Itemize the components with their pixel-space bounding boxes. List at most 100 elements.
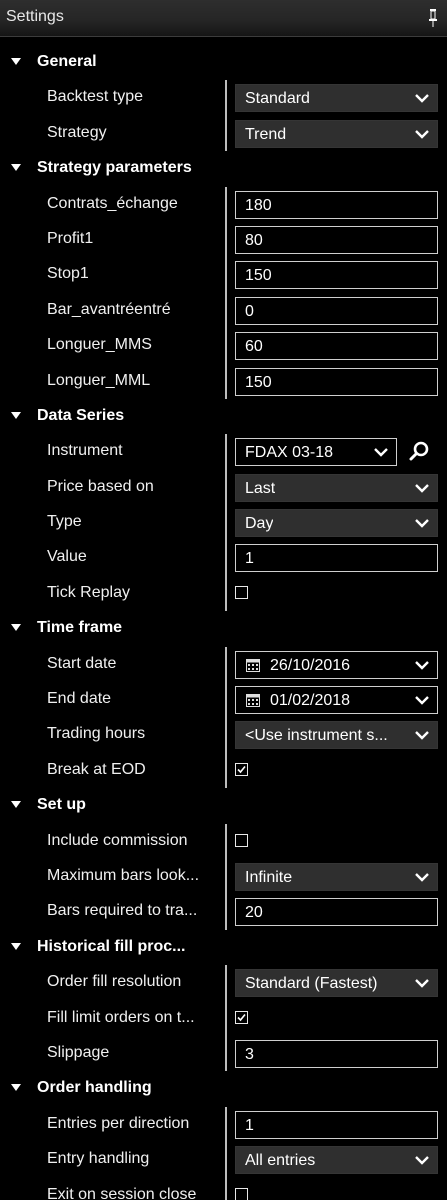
- category-data-series[interactable]: Data Series: [0, 399, 447, 434]
- column-divider[interactable]: [225, 752, 227, 789]
- caret-down-icon[interactable]: [11, 411, 21, 419]
- column-divider[interactable]: [225, 363, 227, 399]
- caret-down-icon[interactable]: [11, 1084, 21, 1092]
- property-label: Value: [47, 548, 87, 566]
- chevron-down-icon: [415, 731, 429, 741]
- column-divider[interactable]: [225, 540, 227, 576]
- column-divider[interactable]: [225, 221, 227, 258]
- property-label: Type: [47, 513, 82, 531]
- column-divider[interactable]: [225, 682, 227, 718]
- field-value: 150: [245, 267, 272, 285]
- column-divider[interactable]: [225, 115, 227, 152]
- property-label: Maximum bars look...: [47, 866, 200, 884]
- column-divider[interactable]: [225, 434, 227, 470]
- input-field[interactable]: 150: [235, 261, 438, 290]
- category-label: Set up: [37, 796, 86, 814]
- category-time-frame[interactable]: Time frame: [0, 611, 447, 646]
- date-picker[interactable]: 26/10/2016: [235, 650, 438, 679]
- property-label: Order fill resolution: [47, 973, 182, 991]
- dropdown[interactable]: Trend: [235, 119, 438, 148]
- dropdown[interactable]: <Use instrument s...: [235, 721, 438, 750]
- column-divider[interactable]: [225, 965, 227, 1001]
- property-row-entry-handling: Entry handling All entries: [0, 1142, 447, 1178]
- dropdown[interactable]: Infinite: [235, 862, 438, 891]
- input-field[interactable]: 60: [235, 332, 438, 361]
- property-label: End date: [47, 690, 112, 708]
- property-row-include-commission: Include commission: [0, 823, 447, 859]
- field-value: 3: [245, 1045, 254, 1063]
- column-divider[interactable]: [225, 186, 227, 222]
- property-label: Entries per direction: [47, 1114, 190, 1132]
- column-divider[interactable]: [225, 823, 227, 859]
- category-historical-fill-proc[interactable]: Historical fill proc...: [0, 930, 447, 965]
- column-divider[interactable]: [225, 1106, 227, 1143]
- property-row-bar-avantreentre: Bar_avantréentré 0: [0, 292, 447, 329]
- column-divider[interactable]: [225, 80, 227, 116]
- input-field[interactable]: 3: [235, 1039, 438, 1068]
- input-field[interactable]: 20: [235, 898, 438, 927]
- field-value: Infinite: [245, 868, 293, 886]
- property-row-longuer-mms: Longuer_MMS 60: [0, 328, 447, 364]
- caret-down-icon[interactable]: [11, 164, 21, 172]
- checkbox[interactable]: [235, 1010, 248, 1024]
- pin-icon[interactable]: [428, 9, 438, 27]
- caret-down-icon[interactable]: [11, 624, 21, 632]
- dropdown[interactable]: Day: [235, 509, 438, 538]
- caret-down-icon[interactable]: [11, 58, 21, 65]
- property-label: Start date: [47, 654, 117, 672]
- column-divider[interactable]: [225, 469, 227, 506]
- column-divider[interactable]: [225, 1177, 227, 1200]
- property-row-instrument: Instrument FDAX 03-18: [0, 434, 447, 470]
- input-field[interactable]: 1: [235, 544, 438, 573]
- settings-panel: Settings General Backtest type Standard Str…: [0, 0, 447, 1200]
- column-divider[interactable]: [225, 1142, 227, 1178]
- column-divider[interactable]: [225, 1035, 227, 1072]
- chevron-down-icon: [415, 519, 429, 528]
- property-row-backtest-type: Backtest type Standard: [0, 80, 447, 116]
- caret-down-icon[interactable]: [11, 801, 21, 809]
- input-field[interactable]: 0: [235, 296, 438, 325]
- checkbox[interactable]: [235, 1187, 248, 1200]
- property-label: Profit1: [47, 229, 94, 247]
- property-row-break-at-eod: Break at EOD: [0, 752, 447, 789]
- search-icon[interactable]: [408, 440, 430, 462]
- category-order-handling[interactable]: Order handling: [0, 1071, 447, 1106]
- input-field[interactable]: 80: [235, 225, 438, 254]
- checkbox[interactable]: [235, 585, 248, 599]
- column-divider[interactable]: [225, 257, 227, 293]
- column-divider[interactable]: [225, 646, 227, 683]
- column-divider[interactable]: [225, 292, 227, 329]
- property-row-stop1: Stop1 150: [0, 257, 447, 293]
- property-row-maximum-bars-look: Maximum bars look... Infinite: [0, 858, 447, 895]
- column-divider[interactable]: [225, 328, 227, 364]
- checkbox[interactable]: [235, 762, 248, 776]
- field-value: 150: [245, 373, 272, 391]
- chevron-down-icon: [374, 448, 388, 457]
- column-divider[interactable]: [225, 505, 227, 541]
- chevron-down-icon: [415, 979, 429, 988]
- input-field[interactable]: 180: [235, 190, 438, 219]
- checkbox[interactable]: [235, 833, 248, 847]
- column-divider[interactable]: [225, 717, 227, 753]
- instrument-selector[interactable]: FDAX 03-18: [235, 438, 397, 467]
- category-strategy-parameters[interactable]: Strategy parameters: [0, 151, 447, 186]
- column-divider[interactable]: [225, 575, 227, 612]
- field-value: 80: [245, 231, 263, 249]
- input-field[interactable]: 1: [235, 1110, 438, 1139]
- property-row-end-date: End date 01/02/2018: [0, 682, 447, 718]
- dropdown[interactable]: All entries: [235, 1146, 438, 1175]
- column-divider[interactable]: [225, 894, 227, 930]
- category-general[interactable]: General: [0, 45, 447, 80]
- dropdown[interactable]: Last: [235, 473, 438, 502]
- category-set-up[interactable]: Set up: [0, 788, 447, 823]
- chevron-down-icon: [415, 94, 429, 104]
- property-label: Tick Replay: [47, 583, 130, 601]
- column-divider[interactable]: [225, 1000, 227, 1036]
- column-divider[interactable]: [225, 858, 227, 895]
- dropdown[interactable]: Standard (Fastest): [235, 969, 438, 998]
- date-picker[interactable]: 01/02/2018: [235, 686, 438, 715]
- property-label: Slippage: [47, 1043, 110, 1061]
- dropdown[interactable]: Standard: [235, 84, 438, 113]
- caret-down-icon[interactable]: [11, 942, 21, 950]
- input-field[interactable]: 150: [235, 367, 438, 396]
